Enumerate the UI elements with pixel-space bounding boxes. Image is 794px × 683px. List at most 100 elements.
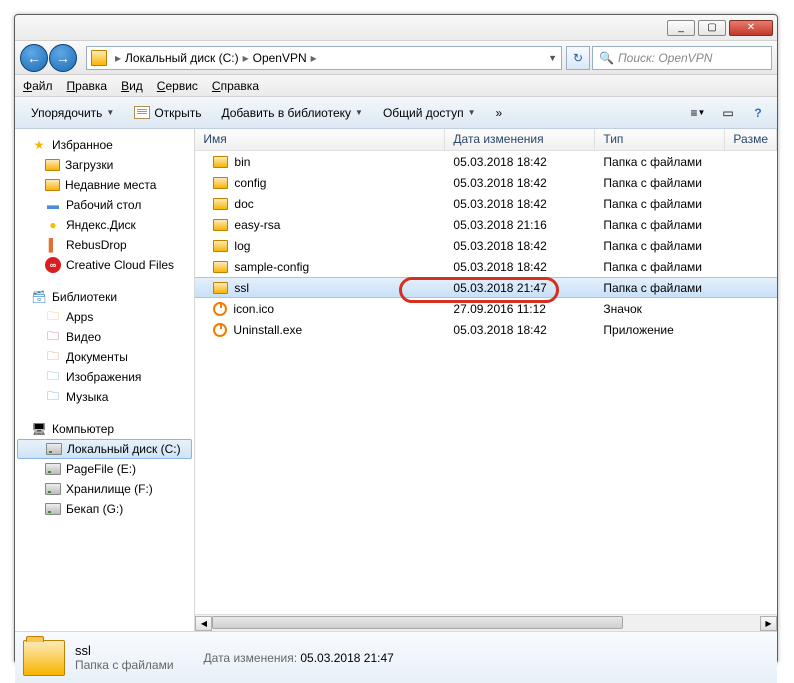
file-row[interactable]: doc05.03.2018 18:42Папка с файлами	[195, 193, 777, 214]
column-name[interactable]: Имя	[195, 129, 445, 150]
drive-icon	[45, 503, 61, 515]
sidebar-item[interactable]: Хранилище (F:)	[15, 479, 194, 499]
yandex-icon: ●	[45, 217, 61, 233]
file-list-pane: Имя Дата изменения Тип Разме bin05.03.20…	[195, 129, 777, 631]
folder-icon-large	[23, 640, 65, 676]
organize-button[interactable]: Упорядочить▼	[21, 103, 124, 123]
titlebar[interactable]: _ ▢ ✕	[15, 15, 777, 41]
sidebar-item[interactable]: ●Яндекс.Диск	[15, 215, 194, 235]
menu-file[interactable]: Файл	[23, 79, 53, 93]
sidebar-item[interactable]: 🗀Видео	[15, 327, 194, 347]
explorer-window: _ ▢ ✕ ← → ▸ Локальный диск (C:) ▸ OpenVP…	[14, 14, 778, 664]
sidebar-item[interactable]: 🗀Изображения	[15, 367, 194, 387]
address-bar[interactable]: ▸ Локальный диск (C:) ▸ OpenVPN ▸ ▼	[86, 46, 562, 70]
openvpn-icon	[213, 302, 227, 316]
search-placeholder: Поиск: OpenVPN	[618, 51, 712, 65]
menu-bar: Файл Правка Вид Сервис Справка	[15, 75, 777, 97]
file-row[interactable]: log05.03.2018 18:42Папка с файлами	[195, 235, 777, 256]
sidebar-item[interactable]: 🗀Документы	[15, 347, 194, 367]
menu-service[interactable]: Сервис	[157, 79, 198, 93]
add-library-button[interactable]: Добавить в библиотеку▼	[211, 103, 372, 123]
file-list[interactable]: bin05.03.2018 18:42Папка с файламиconfig…	[195, 151, 777, 614]
library-item-icon: 🗀	[45, 389, 61, 405]
libraries-group[interactable]: 🗃Библиотеки	[15, 287, 194, 307]
chevron-icon[interactable]: ▸	[239, 51, 253, 65]
search-icon: 🔍	[599, 51, 614, 65]
library-item-icon: 🗀	[45, 309, 61, 325]
sidebar-item[interactable]: ▬Рабочий стол	[15, 195, 194, 215]
sidebar-item[interactable]: ▌RebusDrop	[15, 235, 194, 255]
close-button[interactable]: ✕	[729, 20, 773, 36]
navigation-pane[interactable]: ★Избранное ЗагрузкиНедавние места▬Рабочи…	[15, 129, 195, 631]
toolbar: Упорядочить▼ Открыть Добавить в библиоте…	[15, 97, 777, 129]
folder-icon	[213, 261, 228, 273]
library-icon: 🗃	[31, 289, 47, 305]
sidebar-item[interactable]: 🗀Apps	[15, 307, 194, 327]
library-item-icon: 🗀	[45, 349, 61, 365]
menu-view[interactable]: Вид	[121, 79, 143, 93]
selected-type: Папка с файлами	[75, 658, 174, 672]
more-button[interactable]: »	[485, 103, 514, 123]
folder-icon	[213, 240, 228, 252]
file-row[interactable]: Uninstall.exe05.03.2018 18:42Приложение	[195, 319, 777, 340]
sidebar-item[interactable]: 🗀Музыка	[15, 387, 194, 407]
breadcrumb-segment[interactable]: OpenVPN	[253, 51, 307, 65]
navigation-bar: ← → ▸ Локальный диск (C:) ▸ OpenVPN ▸ ▼ …	[15, 41, 777, 75]
dropdown-icon[interactable]: ▼	[548, 53, 557, 63]
forward-button[interactable]: →	[49, 44, 77, 72]
file-row[interactable]: easy-rsa05.03.2018 21:16Папка с файлами	[195, 214, 777, 235]
view-options-button[interactable]: ≡ ▼	[685, 102, 711, 124]
drive-icon	[45, 483, 61, 495]
selected-name: ssl	[75, 643, 174, 658]
open-icon	[134, 106, 150, 119]
cc-icon: ∞	[45, 257, 61, 273]
date-label: Дата изменения:	[204, 651, 298, 665]
folder-icon	[45, 179, 60, 191]
file-row[interactable]: bin05.03.2018 18:42Папка с файлами	[195, 151, 777, 172]
library-item-icon: 🗀	[45, 369, 61, 385]
folder-icon	[213, 198, 228, 210]
column-headers: Имя Дата изменения Тип Разме	[195, 129, 777, 151]
folder-icon	[213, 156, 228, 168]
file-row[interactable]: config05.03.2018 18:42Папка с файлами	[195, 172, 777, 193]
breadcrumb-segment[interactable]: Локальный диск (C:)	[125, 51, 239, 65]
rebus-icon: ▌	[45, 237, 61, 253]
computer-group[interactable]: 🖥Компьютер	[15, 419, 194, 439]
sidebar-item[interactable]: Недавние места	[15, 175, 194, 195]
scroll-thumb[interactable]	[212, 616, 623, 629]
horizontal-scrollbar[interactable]: ◀ ▶	[195, 614, 777, 631]
menu-edit[interactable]: Правка	[67, 79, 108, 93]
openvpn-icon	[213, 323, 227, 337]
column-date[interactable]: Дата изменения	[445, 129, 595, 150]
chevron-icon[interactable]: ▸	[307, 51, 321, 65]
folder-icon	[213, 177, 228, 189]
folder-icon	[213, 282, 228, 294]
sidebar-item[interactable]: ∞Creative Cloud Files	[15, 255, 194, 275]
refresh-button[interactable]: ↻	[566, 46, 590, 70]
preview-pane-button[interactable]: ▭	[715, 102, 741, 124]
scroll-right-button[interactable]: ▶	[760, 616, 777, 631]
search-input[interactable]: 🔍 Поиск: OpenVPN	[592, 46, 772, 70]
maximize-button[interactable]: ▢	[698, 20, 726, 36]
sidebar-item[interactable]: PageFile (E:)	[15, 459, 194, 479]
star-icon: ★	[31, 137, 47, 153]
help-button[interactable]: ?	[745, 102, 771, 124]
open-button[interactable]: Открыть	[124, 103, 211, 123]
minimize-button[interactable]: _	[667, 20, 695, 36]
chevron-icon[interactable]: ▸	[111, 51, 125, 65]
menu-help[interactable]: Справка	[212, 79, 259, 93]
back-button[interactable]: ←	[20, 44, 48, 72]
sidebar-item[interactable]: Загрузки	[15, 155, 194, 175]
sidebar-item[interactable]: Бекап (G:)	[15, 499, 194, 519]
column-size[interactable]: Разме	[725, 129, 777, 150]
file-row[interactable]: ssl05.03.2018 21:47Папка с файлами	[195, 277, 777, 298]
share-button[interactable]: Общий доступ▼	[373, 103, 486, 123]
sidebar-item[interactable]: Локальный диск (C:)	[17, 439, 192, 459]
file-row[interactable]: icon.ico27.09.2016 11:12Значок	[195, 298, 777, 319]
column-type[interactable]: Тип	[595, 129, 725, 150]
file-row[interactable]: sample-config05.03.2018 18:42Папка с фай…	[195, 256, 777, 277]
scroll-left-button[interactable]: ◀	[195, 616, 212, 631]
desktop-icon: ▬	[45, 197, 61, 213]
folder-icon	[213, 219, 228, 231]
favorites-group[interactable]: ★Избранное	[15, 135, 194, 155]
